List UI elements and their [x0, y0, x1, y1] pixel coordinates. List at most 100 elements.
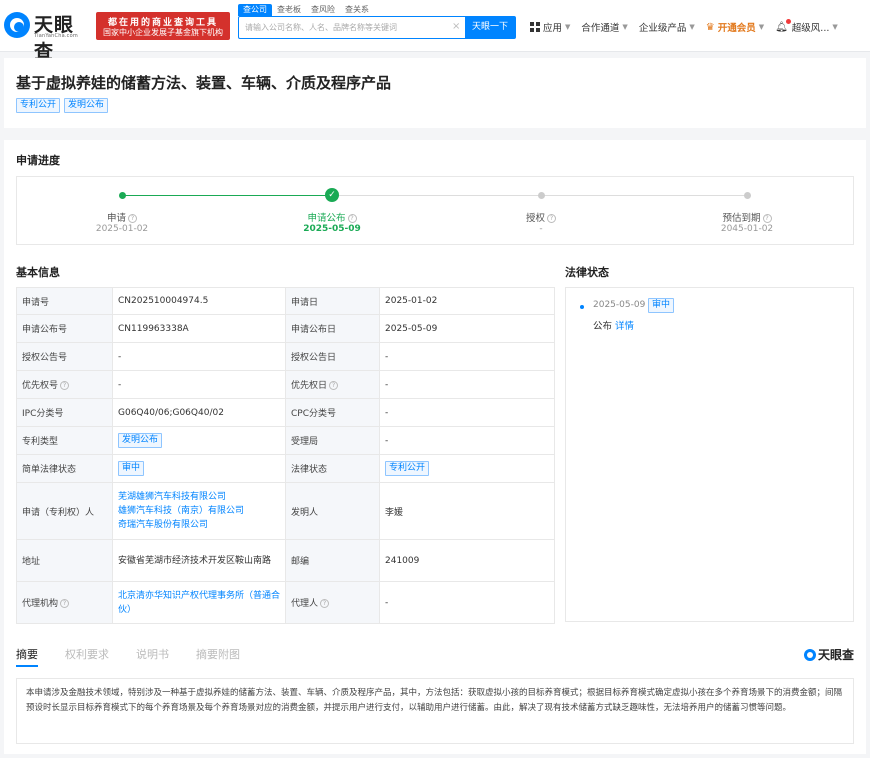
agency-link[interactable]: 北京清亦华知识产权代理事务所（普通合伙） [118, 591, 280, 615]
search-type-tabs: 查公司 查老板 查风险 查关系 [238, 4, 374, 16]
step-label: 申请? [72, 210, 172, 224]
nav-partner-label: 合作通道 [581, 23, 620, 34]
search-button[interactable]: 天眼一下 [465, 17, 515, 38]
table-row: 申请号 CN202510004974.5 申请日 2025-01-02 [16, 287, 555, 315]
search-tab-company[interactable]: 查公司 [238, 4, 272, 16]
step-dot [538, 192, 545, 199]
step-date: 2045-01-02 [720, 224, 774, 234]
cell-key: 优先权号? [16, 370, 113, 399]
detail-link[interactable]: 详情 [615, 321, 634, 332]
abstract-text: 本申请涉及金融技术领域，特别涉及一种基于虚拟养娃的储蓄方法、装置、车辆、介质及程… [16, 678, 854, 744]
cell-key: 授权公告日 [285, 342, 380, 371]
tab-description[interactable]: 说明书 [136, 646, 169, 667]
table-row: 代理机构? 北京清亦华知识产权代理事务所（普通合伙） 代理人? - [16, 581, 555, 624]
cell-key: 申请（专利权）人 [16, 482, 113, 540]
nav-partner[interactable]: 合作通道 ▼ [581, 20, 627, 34]
content-tabs: 摘要 权利要求 说明书 摘要附图 [16, 646, 267, 667]
cell-key: 代理人? [285, 581, 380, 624]
cell-value: 发明公布 [112, 426, 286, 455]
timeline-dot [580, 305, 584, 309]
help-icon[interactable]: ? [128, 214, 137, 223]
table-row: 申请（专利权）人 芜湖雄狮汽车科技有限公司 雄狮汽车科技（南京）有限公司 奇瑞汽… [16, 482, 555, 540]
grid-icon [530, 22, 540, 32]
legal-status-badge: 审中 [648, 298, 675, 313]
cell-key: 发明人 [285, 482, 380, 540]
progress-section-title: 申请进度 [16, 154, 60, 167]
progress-line-done [122, 195, 332, 196]
promo-line2: 国家中小企业发展子基金旗下机构 [103, 28, 223, 37]
promo-banner[interactable]: 都在用的商业查询工具 国家中小企业发展子基金旗下机构 [96, 12, 230, 40]
cell-value: - [379, 398, 555, 427]
brand-watermark: 天眼查 [803, 646, 854, 663]
table-row: 优先权号? - 优先权日? - [16, 370, 555, 399]
tab-claims[interactable]: 权利要求 [65, 646, 109, 667]
legal-status-date: 2025-05-09 [593, 300, 646, 310]
help-icon[interactable]: ? [762, 214, 772, 223]
page-title: 基于虚拟养娃的储蓄方法、装置、车辆、介质及程序产品 [16, 74, 392, 92]
cell-key: 优先权日? [285, 370, 380, 399]
title-tags: 专利公开 发明公布 [16, 98, 109, 113]
step-label: 授权? [491, 210, 591, 224]
search-tab-risk[interactable]: 查风险 [306, 4, 340, 16]
cell-value: - [379, 426, 555, 455]
search-tab-relation[interactable]: 查关系 [340, 4, 374, 16]
basic-info-section-title: 基本信息 [16, 266, 60, 279]
cell-value: - [379, 342, 555, 371]
tianyancha-logo[interactable]: 天眼查 TianYanCha.com [4, 10, 92, 63]
nav-apps[interactable]: 应用 ▼ [530, 20, 570, 34]
bell-icon[interactable]: 🔔︎ [775, 18, 791, 33]
table-row: 地址 安徽省芜湖市经济技术开发区鞍山南路 邮编 241009 [16, 539, 555, 582]
crown-icon: ♛ [705, 21, 715, 33]
legal-status-panel: 2025-05-09 审中 公布 详情 [565, 287, 854, 622]
simple-legal-status-badge: 审中 [118, 461, 145, 476]
nav-apps-label: 应用 [543, 23, 563, 34]
table-row: 授权公告号 - 授权公告日 - [16, 342, 555, 371]
applicant-link[interactable]: 雄狮汽车科技（南京）有限公司 [118, 504, 280, 518]
table-row: 申请公布号 CN119963338A 申请公布日 2025-05-09 [16, 314, 555, 343]
notification-dot [785, 18, 791, 24]
chevron-down-icon: ▼ [622, 23, 628, 31]
clear-icon[interactable]: × [452, 21, 460, 32]
help-icon[interactable]: ? [60, 381, 70, 390]
nav-enterprise[interactable]: 企业级产品 ▼ [639, 20, 695, 34]
progress-timeline: ✓ 申请? 2025-01-02 申请公布? 2025-05-09 授权? - … [16, 176, 854, 245]
help-icon[interactable]: ? [347, 214, 357, 223]
cell-key: 受理局 [285, 426, 380, 455]
cell-key: 申请日 [285, 287, 380, 315]
title-card: 基于虚拟养娃的储蓄方法、装置、车辆、介质及程序产品 专利公开 发明公布 [4, 58, 866, 128]
cell-value: - [379, 581, 555, 624]
tab-abstract-figure[interactable]: 摘要附图 [196, 646, 240, 667]
help-icon[interactable]: ? [547, 214, 556, 223]
step-dot [744, 192, 751, 199]
help-icon[interactable]: ? [329, 381, 339, 390]
cell-value: - [379, 370, 555, 399]
top-header: 天眼查 TianYanCha.com 都在用的商业查询工具 国家中小企业发展子基… [0, 0, 870, 63]
step-dot [119, 192, 126, 199]
cell-value: 芜湖雄狮汽车科技有限公司 雄狮汽车科技（南京）有限公司 奇瑞汽车股份有限公司 [112, 482, 286, 540]
nav-user[interactable]: 🔔︎ 超级风... ▼ [775, 18, 838, 34]
cell-value: 2025-05-09 [379, 314, 555, 343]
applicant-link[interactable]: 奇瑞汽车股份有限公司 [118, 518, 280, 532]
nav-vip[interactable]: ♛ 开通会员 ▼ [705, 20, 764, 35]
table-row: 专利类型 发明公布 受理局 - [16, 426, 555, 455]
cell-key: 简单法律状态 [16, 454, 113, 483]
type-badge: 发明公布 [64, 98, 109, 113]
cell-key: 邮编 [285, 539, 380, 582]
legal-status-desc: 公布 详情 [593, 321, 635, 332]
help-icon[interactable]: ? [60, 599, 70, 608]
cell-key: 授权公告号 [16, 342, 113, 371]
applicant-link[interactable]: 芜湖雄狮汽车科技有限公司 [118, 490, 280, 504]
patent-type-badge: 发明公布 [118, 433, 163, 448]
help-icon[interactable]: ? [320, 599, 330, 608]
cell-key: CPC分类号 [285, 398, 380, 427]
tab-abstract[interactable]: 摘要 [16, 646, 38, 667]
cell-key: 申请公布号 [16, 314, 113, 343]
chevron-down-icon: ▼ [565, 23, 571, 31]
cell-key: 法律状态 [285, 454, 380, 483]
search-tab-boss[interactable]: 查老板 [272, 4, 306, 16]
chevron-down-icon: ▼ [832, 23, 838, 31]
cell-value: CN119963338A [112, 314, 286, 343]
step-label: 预估到期? [697, 210, 797, 224]
search-input[interactable] [245, 19, 445, 36]
search-box: × 天眼一下 [238, 16, 516, 39]
